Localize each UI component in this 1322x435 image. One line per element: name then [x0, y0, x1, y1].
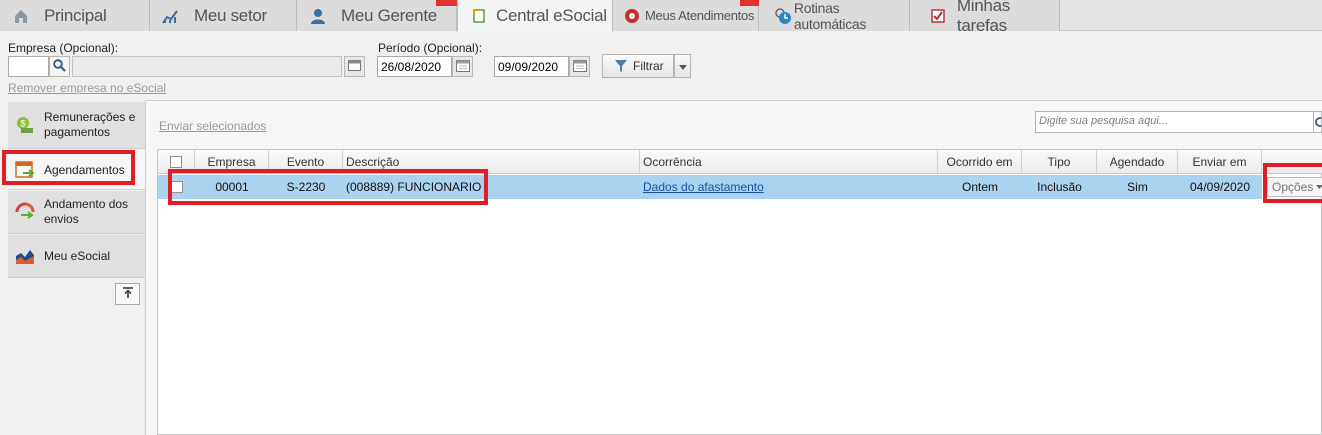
- tab-rotinas-automaticas[interactable]: Rotinas automáticas: [759, 0, 910, 32]
- col-descricao[interactable]: Descrição: [343, 150, 640, 174]
- svg-text:$: $: [20, 119, 25, 129]
- funnel-icon: [615, 60, 627, 72]
- tab-meu-gerente[interactable]: Meu Gerente: [297, 0, 457, 31]
- notification-flag: [436, 0, 458, 6]
- calendar-arrow-icon: [14, 159, 36, 181]
- filter-dropdown-button[interactable]: [674, 54, 691, 78]
- cell-evento: S-2230: [286, 180, 326, 194]
- cell-ocorrencia: Dados do afastamento: [640, 175, 938, 199]
- calendar-icon: [455, 59, 470, 75]
- date-to-calendar-button[interactable]: [569, 56, 590, 77]
- lifebuoy-icon: [621, 6, 643, 26]
- home-icon: [10, 6, 32, 26]
- search-input[interactable]: Digite sua pesquisa aqui...: [1035, 111, 1314, 133]
- search-button[interactable]: [1314, 111, 1322, 133]
- sidebar-item-meu-esocial[interactable]: Meu eSocial: [8, 235, 145, 278]
- periodo-label: Período (Opcional):: [378, 41, 483, 55]
- date-to-input[interactable]: [494, 56, 569, 77]
- chevron-down-icon: [1316, 185, 1322, 189]
- sidebar-item-agendamentos[interactable]: Agendamentos: [8, 150, 145, 190]
- col-evento[interactable]: Evento: [269, 150, 343, 174]
- document-icon: [468, 6, 490, 26]
- row-options-button[interactable]: Opções: [1267, 177, 1322, 197]
- row-checkbox-cell: [169, 175, 185, 199]
- empresa-label: Empresa (Opcional):: [8, 41, 119, 55]
- date-from-input[interactable]: [377, 56, 452, 77]
- money-icon: $: [14, 114, 36, 136]
- ocorrencia-link[interactable]: Dados do afastamento: [643, 180, 764, 194]
- person-icon: [307, 6, 329, 26]
- checklist-icon: [928, 6, 949, 26]
- col-tipo[interactable]: Tipo: [1022, 150, 1097, 174]
- clock-gear-icon: [773, 6, 794, 26]
- col-enviar-em[interactable]: Enviar em: [1178, 150, 1262, 174]
- cell-enviar-em: 04/09/2020: [1189, 180, 1251, 194]
- chevron-down-icon: [678, 59, 687, 73]
- send-selected-link[interactable]: Enviar selecionados: [159, 119, 266, 133]
- col-ocorrencia[interactable]: Ocorrência: [640, 150, 938, 174]
- table-header: Empresa Evento Descrição Ocorrência Ocor…: [158, 150, 1322, 174]
- tab-central-esocial[interactable]: Central eSocial: [457, 0, 613, 32]
- tab-meu-setor[interactable]: Meu setor: [150, 0, 297, 31]
- chart-icon: [160, 6, 182, 26]
- collapse-button[interactable]: [115, 283, 140, 305]
- tab-minhas-tarefas[interactable]: Minhas tarefas: [910, 0, 1060, 35]
- empresa-name-field: [72, 56, 342, 77]
- tab-bar: Principal Meu setor Meu Gerente Central …: [0, 0, 1322, 35]
- filter-button[interactable]: Filtrar: [602, 54, 674, 78]
- area-chart-icon: [14, 245, 36, 267]
- sidebar-item-andamento[interactable]: Andamento dos envios: [8, 191, 145, 234]
- cell-descricao: (008889) FUNCIONARIO L: [346, 180, 483, 194]
- schedule-table: Empresa Evento Descrição Ocorrência Ocor…: [157, 149, 1322, 435]
- select-all-checkbox[interactable]: [170, 156, 182, 168]
- calendar-icon: [572, 59, 587, 75]
- search-icon: [53, 58, 66, 75]
- collapse-up-icon: [122, 286, 134, 302]
- empresa-list-button[interactable]: [344, 56, 365, 77]
- select-all-cell: [158, 150, 195, 174]
- sidebar-item-remuneracoes[interactable]: $ Remunerações e pagamentos: [8, 102, 145, 149]
- cell-tipo: Inclusão: [1037, 180, 1082, 194]
- sync-icon: [14, 201, 36, 223]
- remove-empresa-link[interactable]: Remover empresa no eSocial: [8, 81, 166, 95]
- tab-principal[interactable]: Principal: [0, 0, 150, 31]
- col-ocorrido-em[interactable]: Ocorrido em: [938, 150, 1022, 174]
- cell-empresa: 00001: [215, 180, 249, 194]
- date-from-calendar-button[interactable]: [452, 56, 473, 77]
- empresa-code-input[interactable]: [8, 56, 49, 77]
- tab-meus-atendimentos[interactable]: Meus Atendimentos: [613, 0, 759, 31]
- empresa-search-button[interactable]: [49, 56, 70, 77]
- search-icon: [1314, 116, 1321, 132]
- list-icon: [348, 59, 361, 74]
- col-empresa[interactable]: Empresa: [195, 150, 269, 174]
- row-checkbox[interactable]: [171, 181, 183, 193]
- cell-ocorrido-em: Ontem: [961, 180, 998, 194]
- col-agendado[interactable]: Agendado: [1097, 150, 1178, 174]
- cell-agendado: Sim: [1127, 180, 1148, 194]
- table-row[interactable]: 00001 S-2230 (008889) FUNCIONARIO L Dado…: [158, 175, 1262, 199]
